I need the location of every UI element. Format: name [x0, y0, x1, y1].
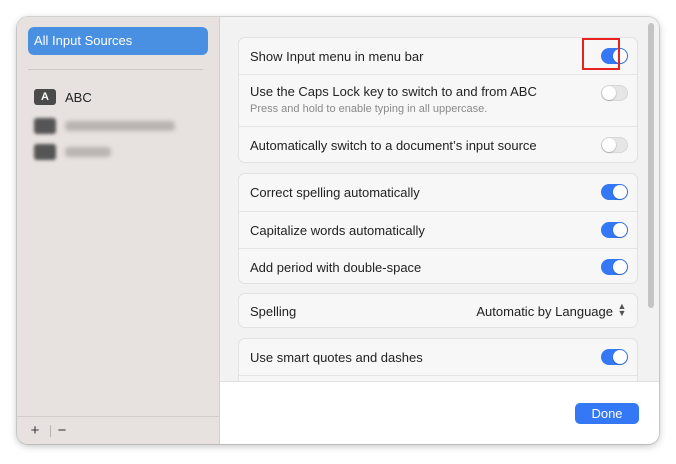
done-button[interactable]: Done [575, 403, 639, 424]
typing-group: Correct spelling automatically Capitaliz… [238, 173, 638, 284]
row-label: Automatically switch to a document’s inp… [250, 138, 537, 153]
capitalize-row: Capitalize words automatically [239, 211, 637, 248]
row-label: Use the Caps Lock key to switch to and f… [250, 84, 537, 99]
capitalize-toggle[interactable] [601, 222, 628, 238]
redacted-label [65, 147, 111, 157]
toggle-knob [613, 260, 627, 274]
toggle-knob [613, 185, 627, 199]
spelling-group: Spelling Automatic by Language ▲ ▼ [238, 293, 638, 328]
sidebar-divider [28, 69, 203, 70]
smart-quotes-row: Use smart quotes and dashes [239, 339, 637, 375]
abc-badge-icon: A [34, 89, 56, 105]
correct-spelling-row: Correct spelling automatically [239, 174, 637, 211]
row-label: Add period with double-space [250, 260, 422, 275]
input-source-icon [34, 144, 56, 160]
row-sublabel: Press and hold to enable typing in all u… [250, 103, 488, 115]
remove-source-button[interactable]: − [52, 421, 72, 441]
highlight-box [582, 38, 620, 70]
row-label: Correct spelling automatically [250, 185, 420, 200]
smart-quotes-toggle[interactable] [601, 349, 628, 365]
auto-switch-row: Automatically switch to a document’s inp… [239, 126, 637, 162]
row-label: Use smart quotes and dashes [250, 350, 423, 365]
sidebar-toolbar: + − [17, 416, 219, 444]
row-label: Capitalize words automatically [250, 223, 425, 238]
caps-lock-toggle[interactable] [601, 85, 628, 101]
sidebar-item-label: ABC [65, 89, 92, 105]
spelling-row: Spelling Automatic by Language ▲ ▼ [239, 294, 637, 327]
footer: Done [220, 381, 659, 444]
row-label: Spelling [250, 304, 297, 319]
add-source-button[interactable]: + [25, 421, 45, 441]
sidebar-item-abc[interactable]: A ABC [34, 88, 92, 106]
chevron-up-down-icon[interactable]: ▲ ▼ [616, 302, 628, 319]
sidebar-item-redacted-2[interactable] [34, 143, 111, 161]
input-sources-window: All Input Sources A ABC + − Show Input m… [17, 17, 659, 444]
auto-switch-toggle[interactable] [601, 137, 628, 153]
toggle-knob [602, 138, 616, 152]
caps-lock-row: Use the Caps Lock key to switch to and f… [239, 74, 637, 126]
redacted-label [65, 121, 175, 131]
input-menu-group: Show Input menu in menu bar Use the Caps… [238, 37, 638, 163]
sidebar: All Input Sources A ABC + − [17, 17, 220, 444]
show-input-menu-row: Show Input menu in menu bar [239, 38, 637, 74]
toggle-knob [613, 350, 627, 364]
sidebar-item-redacted-1[interactable] [34, 117, 175, 135]
toggle-knob [602, 86, 616, 100]
double-space-period-row: Add period with double-space [239, 248, 637, 283]
correct-spelling-toggle[interactable] [601, 184, 628, 200]
toolbar-separator [50, 425, 51, 437]
row-label: Show Input menu in menu bar [250, 49, 424, 64]
settings-pane: Show Input menu in menu bar Use the Caps… [220, 17, 659, 444]
spelling-popup[interactable]: Automatic by Language [476, 304, 613, 319]
sidebar-item-all-input-sources[interactable]: All Input Sources [28, 27, 208, 55]
toggle-knob [613, 223, 627, 237]
input-source-icon [34, 118, 56, 134]
scrollbar[interactable] [648, 23, 654, 308]
double-space-period-toggle[interactable] [601, 259, 628, 275]
